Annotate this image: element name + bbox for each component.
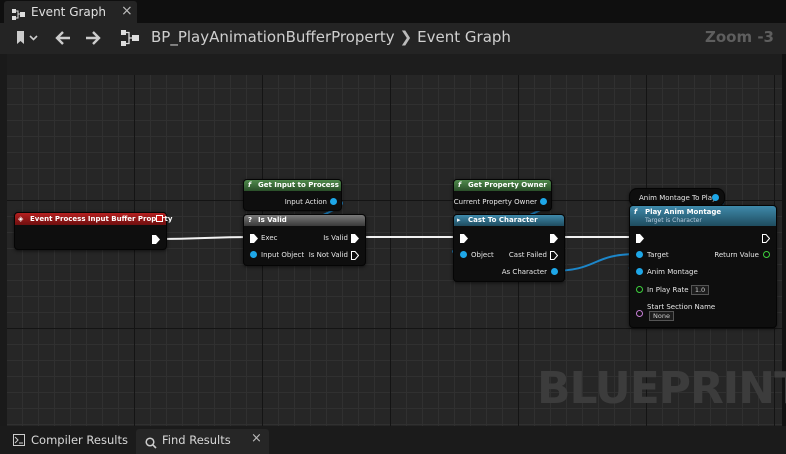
pin-label: Current Property Owner <box>453 198 537 206</box>
pin-label: Object <box>471 251 494 259</box>
object-pin[interactable] <box>551 268 558 275</box>
blueprint-watermark: BLUEPRINT <box>537 363 786 414</box>
delegate-pin[interactable] <box>156 215 163 222</box>
object-pin[interactable] <box>250 251 257 258</box>
float-pin[interactable] <box>636 286 643 293</box>
function-icon: f <box>458 181 462 189</box>
node-header: ? Is Valid <box>244 215 365 226</box>
pin-label: Cast Failed <box>508 251 547 259</box>
node-header: f Play Anim Montage Target is Character <box>630 206 776 226</box>
object-pin[interactable] <box>712 194 719 201</box>
node-title: Is Valid <box>258 216 287 224</box>
exec-out-pin-unconnected[interactable] <box>762 234 770 243</box>
search-icon <box>145 434 157 453</box>
start-section-input[interactable]: None <box>649 311 674 321</box>
exec-out-pin-unconnected[interactable] <box>550 251 558 260</box>
node-title: Get Input to Process <box>258 181 339 189</box>
object-pin[interactable] <box>460 251 467 258</box>
tab-label: Find Results <box>162 433 231 447</box>
node-header: f Get Input to Process <box>244 180 341 191</box>
pin-label: Is Not Valid <box>308 251 348 259</box>
object-pin[interactable] <box>330 198 337 205</box>
event-process-input-buffer-node[interactable]: ◈ Event Process Input Buffer Property <box>14 212 172 250</box>
get-input-to-process-node[interactable]: f Get Input to Process Input Action <box>243 179 342 211</box>
pin-label: Return Value <box>714 251 759 259</box>
pin-label: As Character <box>501 268 547 276</box>
exec-in-pin[interactable] <box>636 234 644 243</box>
pin-label: Input Object <box>261 251 305 259</box>
play-anim-montage-node[interactable]: f Play Anim Montage Target is Character … <box>629 205 777 328</box>
function-icon: f <box>248 181 252 189</box>
pin-label: Anim Montage <box>647 268 698 276</box>
question-icon: ? <box>248 216 253 224</box>
object-pin[interactable] <box>540 198 547 205</box>
node-header: ▸ Cast To Character <box>454 215 564 226</box>
node-title: Event Process Input Buffer Property <box>30 215 173 223</box>
node-title: Get Property Owner <box>468 181 547 189</box>
object-pin[interactable] <box>636 251 643 258</box>
is-valid-node[interactable]: ? Is Valid Exec Input Object Is Valid Is… <box>243 214 366 266</box>
cast-to-character-node[interactable]: ▸ Cast To Character Object Cast Failed A… <box>453 214 565 282</box>
node-title: Play Anim Montage <box>645 208 722 216</box>
exec-out-pin[interactable] <box>550 234 558 243</box>
bottom-tab-bar: Compiler Results Find Results × <box>0 426 786 454</box>
pin-label-text: In Play Rate <box>647 286 689 294</box>
exec-in-pin[interactable] <box>460 234 468 243</box>
exec-wire <box>159 236 253 240</box>
node-title: Cast To Character <box>468 216 538 224</box>
exec-out-pin[interactable] <box>152 235 160 244</box>
get-property-owner-node[interactable]: f Get Property Owner Current Property Ow… <box>453 179 552 211</box>
name-pin[interactable] <box>636 310 643 317</box>
node-header: f Get Property Owner <box>454 180 551 191</box>
exec-out-pin[interactable] <box>351 234 359 243</box>
pin-label: In Play Rate 1.0 <box>647 285 710 295</box>
node-subtitle: Target is Character <box>645 217 702 224</box>
pin-label: Target <box>647 251 669 259</box>
close-icon[interactable]: × <box>251 431 262 446</box>
function-icon: f <box>634 208 638 216</box>
exec-in-pin[interactable] <box>250 234 258 243</box>
compiler-results-icon <box>13 434 25 449</box>
pin-label: Exec <box>261 234 278 242</box>
node-header: ◈ Event Process Input Buffer Property <box>15 213 172 225</box>
play-rate-input[interactable]: 1.0 <box>690 285 710 295</box>
variable-label: Anim Montage To Play <box>639 194 717 202</box>
cast-icon: ▸ <box>457 216 461 224</box>
pin-label: Input Action <box>284 198 327 206</box>
object-pin[interactable] <box>636 268 643 275</box>
start-section-wrap: None <box>649 311 674 321</box>
pin-label: Is Valid <box>323 234 348 242</box>
pin-label: Start Section Name <box>647 303 716 311</box>
tab-compiler-results[interactable]: Compiler Results <box>31 433 128 447</box>
exec-out-pin-unconnected[interactable] <box>351 251 359 260</box>
float-pin[interactable] <box>763 251 770 258</box>
tab-find-results[interactable]: Find Results × <box>136 429 269 454</box>
event-icon: ◈ <box>18 215 24 223</box>
